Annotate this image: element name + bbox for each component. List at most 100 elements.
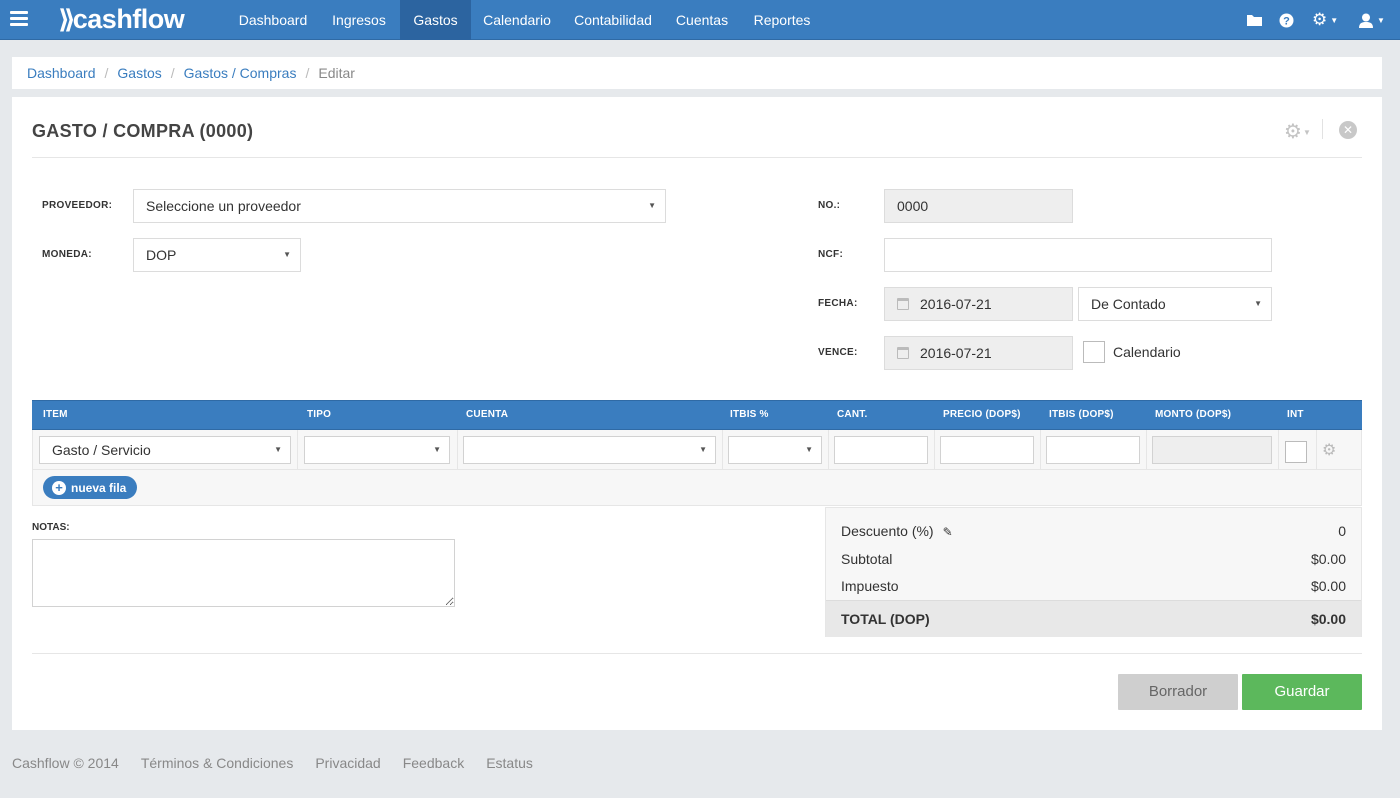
footer-link-feedback[interactable]: Feedback: [403, 755, 464, 771]
col-int: INT: [1287, 409, 1304, 420]
subtotal-label: Subtotal: [841, 551, 893, 567]
settings-dropdown-icon[interactable]: ⚙ ▼: [1312, 10, 1338, 30]
nav-contabilidad[interactable]: Contabilidad: [563, 0, 663, 40]
total-label: TOTAL (DOP): [841, 611, 930, 627]
breadcrumb-separator: /: [104, 65, 109, 81]
descuento-label: Descuento (%): [841, 523, 934, 539]
pencil-icon[interactable]: ✎: [943, 525, 953, 539]
main-panel: GASTO / COMPRA (0000) ⚙ ▼ ✕ PROVEEDOR: Se…: [12, 97, 1382, 730]
chevron-down-icon: ▼: [433, 445, 441, 454]
vence-date-field[interactable]: 2016-07-21: [884, 336, 1073, 370]
tipo-select[interactable]: ▼: [304, 436, 450, 464]
ncf-label: NCF:: [818, 249, 844, 260]
int-checkbox[interactable]: [1285, 441, 1307, 463]
table-header: ITEM TIPO CUENTA ITBIS % CANT. PRECIO (D…: [32, 400, 1362, 430]
breadcrumb: Dashboard / Gastos / Gastos / Compras / …: [12, 57, 1382, 89]
calendar-icon: [897, 347, 909, 359]
add-row-bar: + nueva fila: [32, 470, 1362, 506]
col-monto: MONTO (DOP$): [1155, 409, 1232, 420]
subtotal-value: $0.00: [1310, 551, 1346, 567]
footer-link-privacidad[interactable]: Privacidad: [315, 755, 380, 771]
nav-dashboard[interactable]: Dashboard: [228, 0, 318, 40]
proveedor-select[interactable]: Seleccione un proveedor ▼: [133, 189, 666, 223]
descuento-value: 0: [1338, 523, 1346, 539]
chevron-down-icon: ▼: [805, 445, 813, 454]
calendario-label: Calendario: [1113, 344, 1181, 360]
breadcrumb-current: Editar: [318, 65, 355, 81]
table-row: Gasto / Servicio ▼ ▼ ▼ ▼ ⚙: [32, 430, 1362, 470]
fecha-label: FECHA:: [818, 298, 858, 309]
col-cuenta: CUENTA: [466, 409, 509, 420]
top-navbar: ⟩⟩ cashflow Dashboard Ingresos Gastos Ca…: [0, 0, 1400, 40]
brand-logo[interactable]: ⟩⟩ cashflow: [58, 3, 185, 35]
subtotal-row: Subtotal $0.00: [841, 551, 1346, 567]
condicion-select[interactable]: De Contado ▼: [1078, 287, 1272, 321]
monto-field: [1152, 436, 1272, 464]
notas-label: NOTAS:: [32, 522, 70, 533]
options-gear-icon[interactable]: ⚙ ▼: [1284, 119, 1312, 143]
nav-reportes[interactable]: Reportes: [741, 0, 823, 40]
ncf-input[interactable]: [884, 238, 1272, 272]
itbis-input[interactable]: [1046, 436, 1140, 464]
moneda-select[interactable]: DOP ▼: [133, 238, 301, 272]
nav-calendario[interactable]: Calendario: [473, 0, 561, 40]
footer-link-terminos[interactable]: Términos & Condiciones: [141, 755, 294, 771]
col-cant: CANT.: [837, 409, 868, 420]
svg-text:?: ?: [1283, 15, 1290, 27]
breadcrumb-gastos[interactable]: Gastos: [117, 65, 161, 81]
calendario-checkbox[interactable]: [1083, 341, 1105, 363]
menu-icon[interactable]: [10, 11, 28, 27]
chevron-down-icon: ▼: [283, 250, 291, 259]
nav-ingresos[interactable]: Ingresos: [320, 0, 398, 40]
folder-icon[interactable]: [1246, 10, 1264, 30]
cant-input[interactable]: [834, 436, 928, 464]
totals-panel: Descuento (%) ✎ 0 Subtotal $0.00 Impuesto…: [825, 507, 1362, 637]
fecha-date-field[interactable]: 2016-07-21: [884, 287, 1073, 321]
chevron-down-icon: ▼: [648, 201, 656, 210]
precio-input[interactable]: [940, 436, 1034, 464]
nav-cuentas[interactable]: Cuentas: [666, 0, 738, 40]
col-precio: PRECIO (DOP$): [943, 409, 1021, 420]
divider: [32, 157, 1362, 158]
borrador-button[interactable]: Borrador: [1118, 674, 1238, 710]
chevron-down-icon: ▼: [699, 445, 707, 454]
proveedor-label: PROVEEDOR:: [42, 200, 113, 211]
total-row: TOTAL (DOP) $0.00: [826, 600, 1361, 637]
footer-copyright: Cashflow © 2014: [12, 755, 119, 771]
breadcrumb-separator: /: [305, 65, 310, 81]
vence-label: VENCE:: [818, 347, 858, 358]
notas-textarea[interactable]: [32, 539, 455, 607]
brand-name: cashflow: [72, 3, 185, 34]
total-value: $0.00: [1310, 611, 1346, 627]
item-select[interactable]: Gasto / Servicio ▼: [39, 436, 291, 464]
row-gear-icon[interactable]: ⚙: [1322, 440, 1336, 460]
no-field: 0000: [884, 189, 1073, 223]
col-item: ITEM: [43, 409, 68, 420]
divider: [1322, 119, 1323, 139]
nav-gastos[interactable]: Gastos: [400, 0, 471, 40]
close-icon[interactable]: ✕: [1339, 121, 1357, 139]
col-itbis: ITBIS (DOP$): [1049, 409, 1114, 420]
descuento-row: Descuento (%) ✎ 0: [841, 523, 1346, 539]
footer-link-estatus[interactable]: Estatus: [486, 755, 533, 771]
guardar-button[interactable]: Guardar: [1242, 674, 1362, 710]
breadcrumb-separator: /: [170, 65, 175, 81]
user-icon[interactable]: ▼: [1359, 10, 1385, 30]
divider: [32, 653, 1362, 654]
impuesto-label: Impuesto: [841, 578, 899, 594]
itbis-pct-select[interactable]: ▼: [728, 436, 822, 464]
breadcrumb-gastos-compras[interactable]: Gastos / Compras: [184, 65, 297, 81]
page-title: GASTO / COMPRA (0000): [32, 121, 254, 141]
plus-icon: +: [52, 480, 66, 495]
help-icon[interactable]: ?: [1279, 10, 1294, 30]
moneda-label: MONEDA:: [42, 249, 92, 260]
chevron-down-icon: ▼: [274, 445, 282, 454]
col-tipo: TIPO: [307, 409, 332, 420]
no-label: NO.:: [818, 200, 841, 211]
breadcrumb-dashboard[interactable]: Dashboard: [27, 65, 96, 81]
col-itbis-pct: ITBIS %: [730, 409, 769, 420]
impuesto-row: Impuesto $0.00: [841, 578, 1346, 594]
add-row-button[interactable]: + nueva fila: [43, 476, 138, 499]
cuenta-select[interactable]: ▼: [463, 436, 716, 464]
footer: Cashflow © 2014 Términos & Condiciones P…: [12, 755, 555, 771]
